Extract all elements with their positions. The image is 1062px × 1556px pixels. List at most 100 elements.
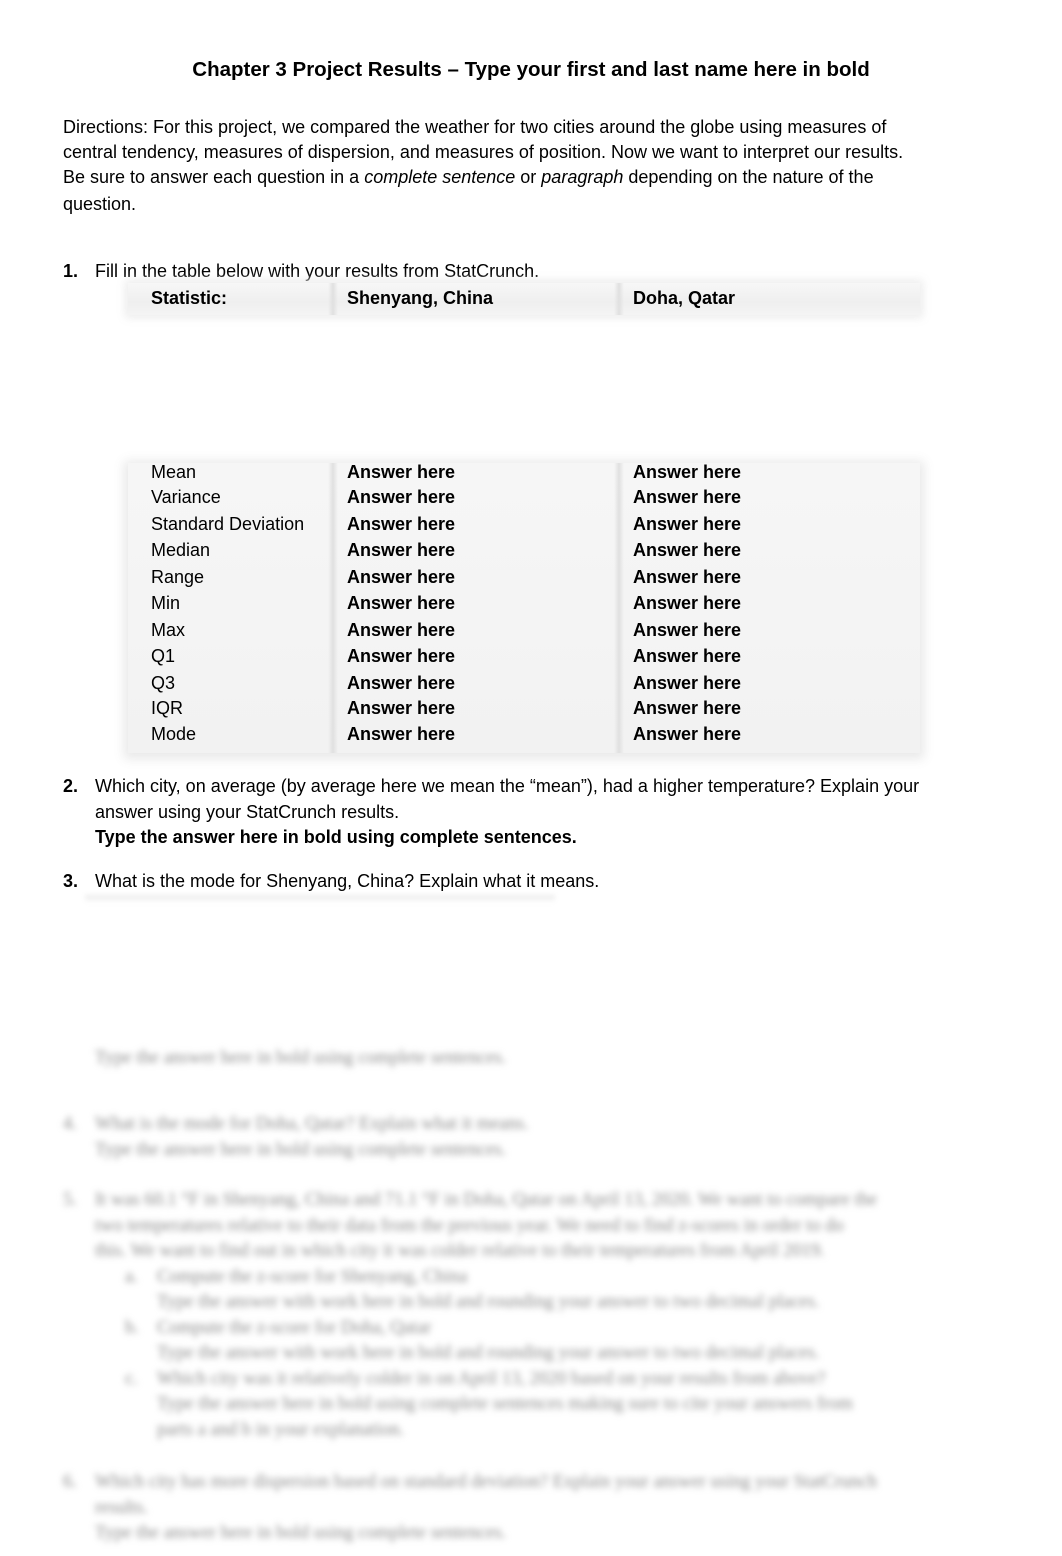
table-row: Max Answer here Answer here — [128, 619, 920, 645]
table-row: IQR Answer here Answer here — [128, 697, 920, 723]
directions-line: Directions: For this project, we compare… — [63, 117, 887, 137]
doha-answer-cell[interactable]: Answer here — [633, 672, 741, 694]
question-text: Which city has more dispersion based on … — [95, 1472, 877, 1492]
shenyang-answer-cell[interactable]: Answer here — [347, 566, 455, 588]
statistic-label: Standard Deviation — [151, 514, 305, 534]
question-number: 5. — [63, 1190, 77, 1210]
table-row: Q1 Answer here Answer here — [128, 645, 920, 671]
directions-line: Be sure to answer each question in a com… — [63, 165, 983, 190]
question-body: It was 60.1 °F in Shenyang, China and 71… — [95, 1188, 877, 1443]
table-row: Variance Answer here Answer here — [128, 486, 920, 512]
table-header-row: Statistic: Shenyang, China Doha, Qatar — [128, 287, 920, 313]
sub-text: Which city was it relatively colder in o… — [157, 1368, 826, 1389]
doha-answer-cell[interactable]: Answer here — [633, 723, 741, 745]
table-row: Range Answer here Answer here — [128, 566, 920, 592]
question-number: 6. — [63, 1472, 77, 1492]
header-shenyang: Shenyang, China — [347, 288, 494, 308]
table-row: Min Answer here Answer here — [128, 592, 920, 618]
table-row: Median Answer here Answer here — [128, 539, 920, 565]
directions-emphasis: complete sentence — [364, 167, 516, 187]
directions-emphasis: paragraph — [541, 167, 624, 187]
answer-prompt: Type the answer here in bold using compl… — [157, 1394, 853, 1414]
answer-prompt: Type the answer here in bold using compl… — [95, 1523, 507, 1543]
stats-table-body: Mean Answer here Answer here Variance An… — [128, 461, 920, 753]
doha-answer-cell[interactable]: Answer here — [633, 697, 741, 719]
sub-label: a. — [125, 1266, 138, 1287]
doha-answer-cell[interactable]: Answer here — [633, 461, 741, 483]
sub-question-a: a. Compute the z-score for Shenyang, Chi… — [95, 1265, 877, 1291]
statistic-label: Max — [151, 620, 186, 640]
directions-paragraph: Directions: For this project, we compare… — [63, 115, 983, 217]
table-row: Mean Answer here Answer here — [128, 461, 920, 487]
header-statistic: Statistic: — [151, 288, 228, 308]
document-title: Chapter 3 Project Results – Type your fi… — [192, 58, 870, 81]
shenyang-answer-cell[interactable]: Answer here — [347, 592, 455, 614]
doha-answer-cell[interactable]: Answer here — [633, 645, 741, 667]
question-text: this. We want to find out in which city … — [95, 1241, 825, 1261]
shenyang-answer-cell[interactable]: Answer here — [347, 697, 455, 719]
question-text: It was 60.1 °F in Shenyang, China and 71… — [95, 1190, 878, 1210]
sub-question-b: b. Compute the z-score for Doha, Qatar — [95, 1316, 877, 1342]
table-row: Q3 Answer here Answer here — [128, 672, 920, 698]
shenyang-answer-cell[interactable]: Answer here — [347, 619, 455, 641]
directions-line: central tendency, measures of dispersion… — [63, 142, 904, 162]
answer-prompt: Type the answer with work here in bold a… — [157, 1343, 820, 1363]
stats-table-header: Statistic: Shenyang, China Doha, Qatar — [128, 283, 920, 315]
question-body: What is the mode for Doha, Qatar? Explai… — [95, 1112, 529, 1163]
sub-label: c. — [125, 1368, 138, 1389]
doha-answer-cell[interactable]: Answer here — [633, 513, 741, 535]
question-text: What is the mode for Doha, Qatar? Explai… — [95, 1114, 529, 1134]
question-number: 2. — [63, 776, 79, 796]
doha-answer-cell[interactable]: Answer here — [633, 592, 741, 614]
shenyang-answer-cell[interactable]: Answer here — [347, 723, 455, 745]
question-text: Which city, on average (by average here … — [95, 776, 920, 796]
directions-text: Be sure to answer each question in a — [63, 167, 365, 187]
doha-answer-cell[interactable]: Answer here — [633, 566, 741, 588]
answer-prompt: Type the answer here in bold using compl… — [95, 1139, 507, 1160]
statistic-label: Median — [151, 540, 211, 560]
question-body: Which city has more dispersion based on … — [95, 1470, 877, 1547]
question-number: 1. — [63, 261, 79, 281]
statistic-label: Mode — [151, 724, 197, 744]
answer-prompt: Type the answer with work here in bold a… — [157, 1292, 820, 1312]
shenyang-answer-cell[interactable]: Answer here — [347, 672, 455, 694]
statistic-label: Range — [151, 567, 205, 587]
question-text: What is the mode for Shenyang, China? Ex… — [95, 871, 600, 891]
document-page: Chapter 3 Project Results – Type your fi… — [0, 0, 1062, 1556]
statistic-label: Q1 — [151, 646, 176, 666]
directions-text: or — [515, 167, 542, 187]
sub-question-c: c. Which city was it relatively colder i… — [95, 1367, 877, 1393]
question-number: 4. — [63, 1114, 77, 1134]
statistic-label: IQR — [151, 698, 184, 718]
shenyang-answer-cell[interactable]: Answer here — [347, 645, 455, 667]
directions-line: question. — [63, 194, 137, 214]
shenyang-answer-cell[interactable]: Answer here — [347, 486, 455, 508]
table-row: Standard Deviation Answer here Answer he… — [128, 513, 920, 539]
doha-answer-cell[interactable]: Answer here — [633, 619, 741, 641]
statistic-label: Min — [151, 593, 181, 613]
directions-text: depending on the nature of the — [623, 167, 874, 187]
question-body: Which city, on average (by average here … — [95, 774, 919, 851]
doha-answer-cell[interactable]: Answer here — [633, 539, 741, 561]
statistic-label: Q3 — [151, 673, 176, 693]
sub-text: Compute the z-score for Doha, Qatar — [157, 1317, 432, 1338]
sub-text: Compute the z-score for Shenyang, China — [157, 1266, 468, 1287]
shenyang-answer-cell[interactable]: Answer here — [347, 539, 455, 561]
question-number: 3. — [63, 871, 79, 891]
doha-answer-cell[interactable]: Answer here — [633, 486, 741, 508]
question-text: answer using your StatCrunch results. — [95, 801, 400, 822]
answer-prompt[interactable]: Type the answer here in bold using compl… — [95, 825, 919, 851]
header-doha: Doha, Qatar — [633, 288, 736, 308]
statistic-label: Mean — [151, 462, 197, 482]
shenyang-answer-cell[interactable]: Answer here — [347, 461, 455, 483]
table-row: Mode Answer here Answer here — [128, 723, 920, 749]
answer-prompt: parts a and b in your explanation. — [157, 1419, 405, 1440]
question-text: Fill in the table below with your result… — [95, 261, 540, 281]
blurred-preview-content: Type the answer here in bold using compl… — [0, 1030, 1062, 1556]
sub-label: b. — [125, 1317, 139, 1338]
answer-prompt: Type the answer here in bold using compl… — [95, 1048, 507, 1068]
preview-fade — [85, 895, 555, 903]
question-text: results. — [95, 1497, 148, 1518]
shenyang-answer-cell[interactable]: Answer here — [347, 513, 455, 535]
statistic-label: Variance — [151, 487, 221, 507]
